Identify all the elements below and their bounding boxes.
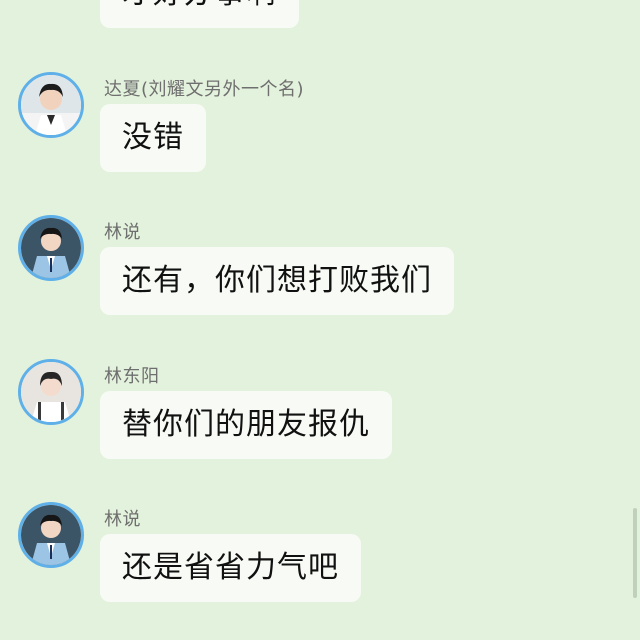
- message-text: 才好办事啊: [122, 0, 277, 11]
- scrollbar[interactable]: [633, 508, 637, 598]
- message-text: 还是省省力气吧: [122, 550, 339, 585]
- avatar-photo: [21, 218, 81, 278]
- message-text: 没错: [122, 120, 184, 155]
- sender-name: 林说: [104, 509, 141, 530]
- chat-view: 才好办事啊 达夏(刘耀文另外一个名) 没错: [0, 0, 640, 640]
- avatar-photo: [21, 505, 81, 565]
- sender-name: 达夏(刘耀文另外一个名): [104, 79, 305, 100]
- avatar[interactable]: [18, 215, 84, 281]
- avatar[interactable]: [18, 502, 84, 568]
- message-bubble[interactable]: 没错: [100, 104, 206, 172]
- avatar[interactable]: [18, 72, 84, 138]
- message-bubble[interactable]: 还是省省力气吧: [100, 534, 361, 602]
- message-bubble[interactable]: 还有，你们想打败我们: [100, 247, 454, 315]
- avatar[interactable]: [18, 359, 84, 425]
- message-text: 替你们的朋友报仇: [122, 407, 370, 442]
- message-text: 还有，你们想打败我们: [122, 263, 432, 298]
- avatar-photo: [21, 75, 81, 135]
- avatar-photo: [21, 362, 81, 422]
- message-bubble[interactable]: 才好办事啊: [100, 0, 299, 28]
- sender-name: 林东阳: [104, 366, 160, 387]
- message-bubble[interactable]: 替你们的朋友报仇: [100, 391, 392, 459]
- sender-name: 林说: [104, 222, 141, 243]
